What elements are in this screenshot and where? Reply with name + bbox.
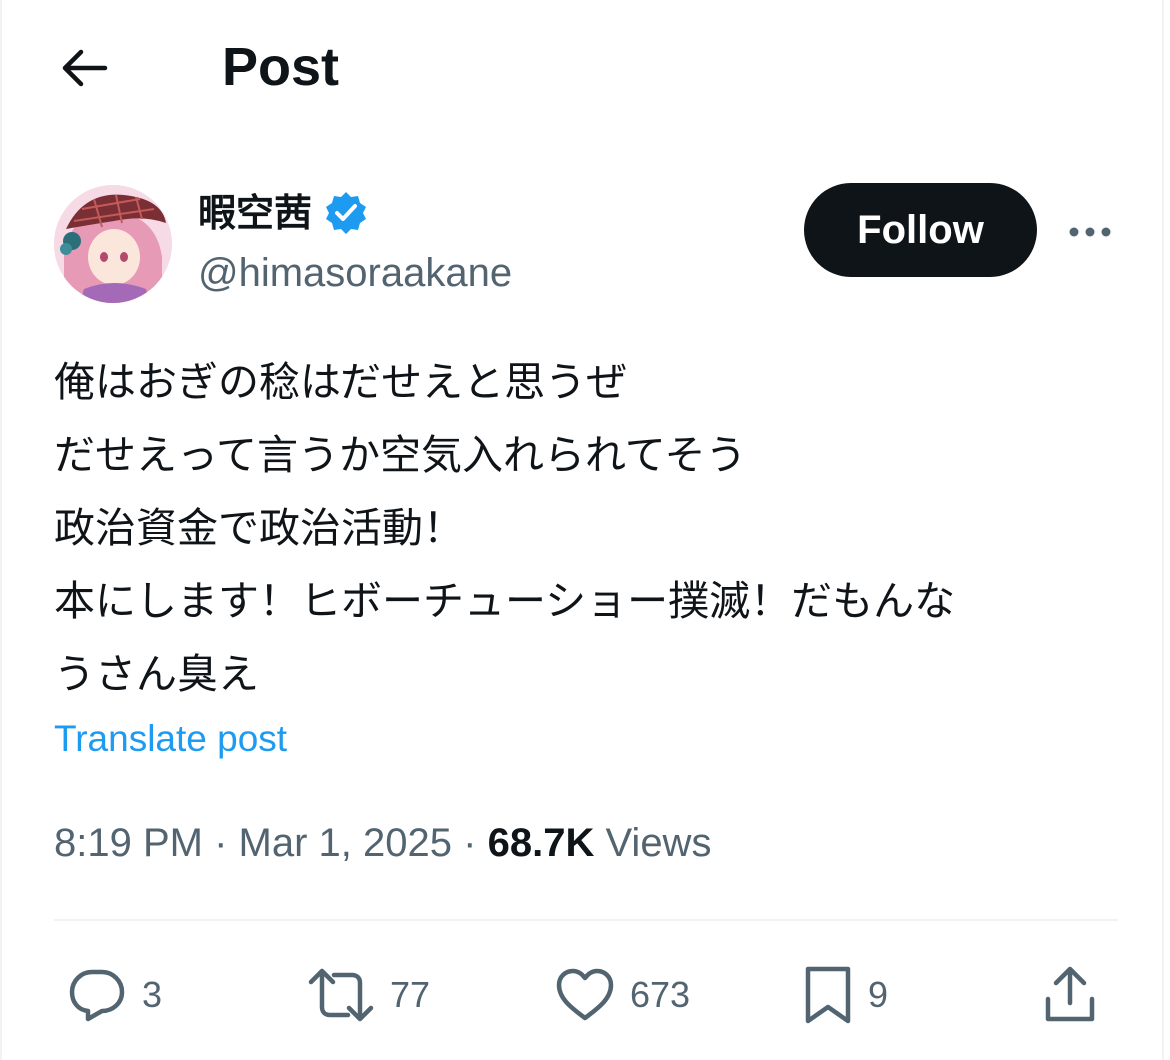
post-text-line: 政治資金で政治活動！: [54, 504, 464, 552]
verified-badge-icon: [322, 189, 370, 237]
like-button[interactable]: 673: [554, 960, 690, 1030]
views-count: 68.7K: [487, 821, 595, 865]
post-text-line: 本にします！ヒボーチューショー撲滅！だもんな: [54, 577, 956, 625]
display-name: 暇空茜: [198, 191, 313, 235]
bookmark-count: 9: [868, 974, 889, 1015]
divider: [54, 919, 1118, 921]
repost-icon: [306, 967, 376, 1023]
display-name-row[interactable]: 暇空茜: [198, 188, 370, 238]
translate-post-link[interactable]: Translate post: [54, 716, 287, 762]
avatar[interactable]: [54, 185, 172, 303]
reply-count: 3: [142, 974, 163, 1015]
arrow-left-icon: [59, 48, 109, 88]
post-text-line: 俺はおぎの稔はだせえと思うぜ: [54, 358, 628, 406]
views-label: Views: [605, 821, 712, 865]
reply-icon: [66, 966, 128, 1024]
post-text-line: だせえって言うか空気入れられてそう: [54, 431, 747, 479]
more-horizontal-icon: [1068, 226, 1112, 238]
top-bar: Post: [2, 0, 1166, 140]
reply-button[interactable]: 3: [66, 960, 162, 1030]
post-meta: 8:19 PM · Mar 1, 2025 · 68.7K Views: [54, 818, 711, 868]
post-date[interactable]: Mar 1, 2025: [239, 821, 452, 865]
bookmark-button[interactable]: 9: [802, 960, 888, 1030]
back-button[interactable]: [54, 40, 114, 96]
post-time[interactable]: 8:19 PM: [54, 821, 203, 865]
more-options-button[interactable]: [1062, 210, 1118, 254]
meta-separator: ·: [463, 821, 477, 865]
heart-icon: [554, 967, 616, 1023]
follow-button[interactable]: Follow: [804, 183, 1037, 277]
like-count: 673: [630, 974, 691, 1015]
post-text-line: うさん臭え: [54, 650, 259, 698]
bookmark-icon: [802, 964, 854, 1026]
page-title: Post: [222, 37, 340, 97]
post-text: 俺はおぎの稔はだせえと思うぜ だせえって言うか空気入れられてそう 政治資金で政治…: [54, 346, 1124, 711]
meta-separator: ·: [214, 821, 228, 865]
share-icon: [1042, 965, 1098, 1025]
repost-button[interactable]: 77: [306, 960, 430, 1030]
user-handle[interactable]: @himasoraakane: [198, 248, 512, 298]
repost-count: 77: [390, 974, 431, 1015]
share-button[interactable]: [1042, 960, 1098, 1030]
post-page: Post 暇空茜 @himasoraakane Follow 俺はおぎの稔はだせ…: [0, 0, 1164, 1060]
action-bar: 3 77 673 9: [2, 960, 1166, 1030]
